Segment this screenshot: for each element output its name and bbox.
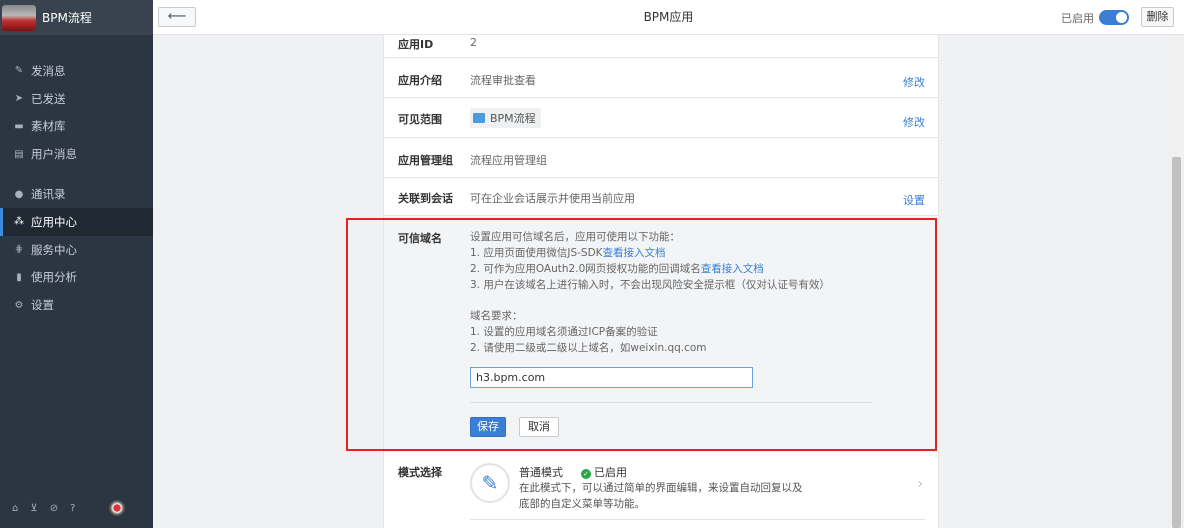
session-settings-link[interactable]: 设置	[903, 192, 925, 208]
edit-scope-link[interactable]: 修改	[903, 114, 925, 130]
folder-icon	[473, 113, 485, 123]
cart-icon[interactable]: ⊻	[30, 503, 37, 514]
page-title: BPM应用	[643, 10, 694, 24]
mode-description: 底部的自定义菜单等功能。	[519, 498, 645, 510]
sidebar-item-label: 发消息	[31, 63, 66, 78]
archive-icon: ▬	[14, 120, 24, 132]
domain-input[interactable]	[470, 367, 753, 388]
sidebar-item-settings[interactable]: ⚙ 设置	[0, 291, 153, 319]
save-button[interactable]: 保存	[470, 417, 506, 437]
sidebar-title: BPM流程	[42, 11, 92, 25]
enabled-label: 已启用	[1061, 12, 1094, 25]
row-value: 2	[470, 36, 477, 49]
scope-tag-label: BPM流程	[490, 112, 536, 125]
gear-icon: ⚙	[14, 299, 24, 311]
domain-requirement-1: 1. 设置的应用域名须通过ICP备案的验证	[470, 326, 658, 338]
sidebar-item-user-messages[interactable]: ▤ 用户消息	[0, 140, 153, 168]
user-icon: ●	[14, 188, 24, 200]
chevron-right-icon: ›	[917, 476, 923, 492]
sidebar-item-label: 通讯录	[31, 187, 66, 202]
divider	[470, 402, 873, 403]
sidebar-item-contacts[interactable]: ● 通讯录	[0, 180, 153, 208]
row-label: 可见范围	[398, 113, 442, 126]
domain-feature-2: 2. 可作为应用OAuth2.0网页授权功能的回调域名查看接入文档	[470, 261, 764, 276]
sidebar-item-send-message[interactable]: ✎ 发消息	[0, 57, 153, 85]
row-label: 应用ID	[398, 38, 434, 51]
send-icon: ➤	[14, 93, 24, 105]
grid-icon: ⋕	[14, 244, 24, 256]
delete-button[interactable]: 删除	[1141, 7, 1174, 27]
edit-intro-link[interactable]: 修改	[903, 74, 925, 90]
row-session: 关联到会话 可在企业会话展示并使用当前应用 设置	[384, 178, 939, 216]
check-icon: ✓	[581, 469, 591, 479]
mode-section: 模式选择 ✎ 普通模式 ✓ 已启用 在此模式下，可以通过简单的界面编辑，来设置自动…	[384, 452, 939, 528]
domain-feature-3: 3. 用户在该域名上进行输入时，不会出现风险安全提示框（仅对认证号有效）	[470, 279, 830, 291]
sidebar-item-label: 已发送	[31, 91, 66, 106]
enable-toggle[interactable]	[1099, 10, 1129, 25]
domain-intro-text: 设置应用可信域名后，应用可使用以下功能：	[470, 231, 680, 243]
sidebar: BPM流程 ✎ 发消息 ➤ 已发送 ▬ 素材库 ▤ 用户消息 ● 通讯录 ⁂ 应…	[0, 0, 153, 528]
cancel-button[interactable]: 取消	[519, 417, 559, 437]
scrollbar-thumb[interactable]	[1172, 157, 1181, 528]
home-icon[interactable]: ⌂	[12, 503, 18, 514]
main-panel: 应用ID 2 应用介绍 流程审批查看 修改 可见范围 BPM流程 修改 应用管理…	[383, 35, 939, 528]
sidebar-item-label: 应用中心	[31, 214, 77, 229]
row-intro: 应用介绍 流程审批查看 修改	[384, 58, 939, 98]
app-logo	[2, 4, 36, 31]
row-label: 应用管理组	[398, 154, 453, 167]
normal-mode-card[interactable]: ✎ 普通模式 ✓ 已启用 在此模式下，可以通过简单的界面编辑，来设置自动回复以及 …	[470, 460, 925, 520]
sidebar-item-label: 素材库	[31, 119, 66, 134]
mode-description: 在此模式下，可以通过简单的界面编辑，来设置自动回复以及	[519, 482, 803, 494]
row-label: 应用介绍	[398, 74, 442, 87]
sidebar-item-sent[interactable]: ➤ 已发送	[0, 85, 153, 113]
row-label: 关联到会话	[398, 192, 453, 205]
row-scope: 可见范围 BPM流程 修改	[384, 98, 939, 138]
jssdk-docs-link[interactable]: 查看接入文档	[603, 247, 666, 259]
message-icon: ▤	[14, 148, 24, 160]
avatar[interactable]	[109, 500, 126, 516]
feature-text: 2. 可作为应用OAuth2.0网页授权功能的回调域名	[470, 263, 701, 275]
scope-tag: BPM流程	[470, 108, 541, 128]
sidebar-item-analytics[interactable]: ▮ 使用分析	[0, 264, 153, 292]
row-value: BPM流程	[470, 108, 541, 128]
sidebar-footer: ⌂ ⊻ ⊘ ?	[0, 500, 153, 516]
row-app-id: 应用ID 2	[384, 35, 939, 58]
row-admin-group: 应用管理组 流程应用管理组	[384, 138, 939, 178]
sidebar-item-app-center[interactable]: ⁂ 应用中心	[0, 207, 153, 236]
sidebar-item-label: 用户消息	[31, 147, 77, 162]
domain-requirements-title: 域名要求：	[470, 310, 523, 322]
ban-icon[interactable]: ⊘	[50, 503, 58, 514]
mode-status-text: 已启用	[594, 466, 627, 479]
row-value: 流程审批查看	[470, 74, 536, 87]
pencil-icon: ✎	[470, 463, 510, 503]
sidebar-item-label: 设置	[31, 298, 54, 313]
back-button[interactable]: ⟵	[158, 7, 196, 27]
sidebar-nav: ✎ 发消息 ➤ 已发送 ▬ 素材库 ▤ 用户消息 ● 通讯录 ⁂ 应用中心 ⋕ …	[0, 57, 153, 319]
row-value: 可在企业会话展示并使用当前应用	[470, 192, 635, 205]
sidebar-header[interactable]: BPM流程	[0, 0, 153, 35]
scrollbar[interactable]	[1169, 35, 1184, 528]
oauth-docs-link[interactable]: 查看接入文档	[701, 263, 764, 275]
bar-chart-icon: ▮	[16, 271, 22, 283]
mode-label: 模式选择	[398, 466, 442, 479]
trusted-domain-label: 可信域名	[398, 232, 442, 245]
mode-status: ✓ 已启用	[581, 464, 627, 480]
row-value: 流程应用管理组	[470, 154, 547, 167]
domain-feature-1: 1. 应用页面使用微信JS-SDK查看接入文档	[470, 245, 666, 260]
app-root: BPM流程 ✎ 发消息 ➤ 已发送 ▬ 素材库 ▤ 用户消息 ● 通讯录 ⁂ 应…	[0, 0, 1184, 528]
apps-icon: ⁂	[14, 216, 24, 228]
trusted-domain-section: 可信域名 设置应用可信域名后，应用可使用以下功能： 1. 应用页面使用微信JS-…	[384, 216, 939, 452]
feature-text: 1. 应用页面使用微信JS-SDK	[470, 247, 603, 259]
sidebar-item-label: 服务中心	[31, 242, 77, 257]
pencil-icon: ✎	[14, 65, 24, 77]
top-bar: BPM应用 ⟵ 已启用 删除	[153, 0, 1184, 35]
help-icon[interactable]: ?	[70, 503, 75, 514]
sidebar-item-materials[interactable]: ▬ 素材库	[0, 113, 153, 141]
mode-title: 普通模式	[519, 466, 563, 479]
domain-requirement-2: 2. 请使用二级或二级以上域名，如weixin.qq.com	[470, 342, 707, 354]
sidebar-item-label: 使用分析	[31, 270, 77, 285]
sidebar-item-service-center[interactable]: ⋕ 服务中心	[0, 236, 153, 264]
